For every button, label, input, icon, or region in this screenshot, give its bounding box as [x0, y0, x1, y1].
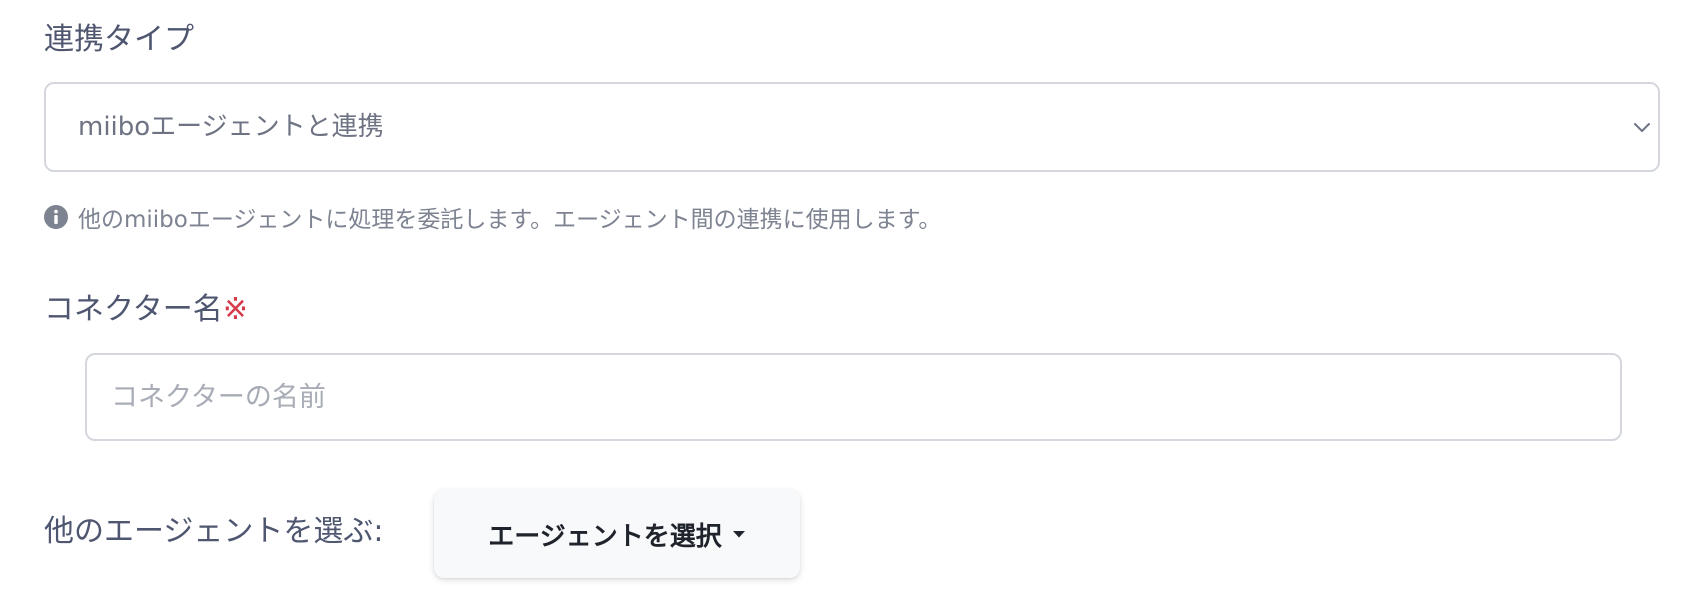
- integration-type-help-text: 他のmiiboエージェントに処理を委託します。エージェント間の連携に使用します。: [78, 207, 942, 233]
- integration-type-help: 他のmiiboエージェントに処理を委託します。エージェント間の連携に使用します。: [44, 202, 942, 233]
- integration-type-label: 連携タイプ: [44, 22, 194, 57]
- connector-name-label-text: コネクター名: [44, 292, 223, 327]
- integration-type-selected-value: miiboエージェントと連携: [78, 112, 384, 142]
- select-agent-dropdown-button[interactable]: エージェントを選択: [434, 490, 800, 578]
- integration-type-select[interactable]: miiboエージェントと連携: [44, 82, 1660, 172]
- caret-down-icon: [732, 531, 745, 538]
- required-mark: ※: [222, 292, 248, 327]
- info-circle-icon: [44, 205, 68, 229]
- connector-name-input[interactable]: [85, 353, 1622, 441]
- agent-select-label: 他のエージェントを選ぶ:: [44, 514, 384, 549]
- connector-settings-form: 連携タイプ miiboエージェントと連携 他のmiiboエージェントに処理を委託…: [0, 0, 1700, 614]
- connector-name-label: コネクター名※: [44, 295, 248, 325]
- select-agent-button-label: エージェントを選択: [488, 521, 722, 552]
- chevron-down-icon: [1634, 123, 1650, 132]
